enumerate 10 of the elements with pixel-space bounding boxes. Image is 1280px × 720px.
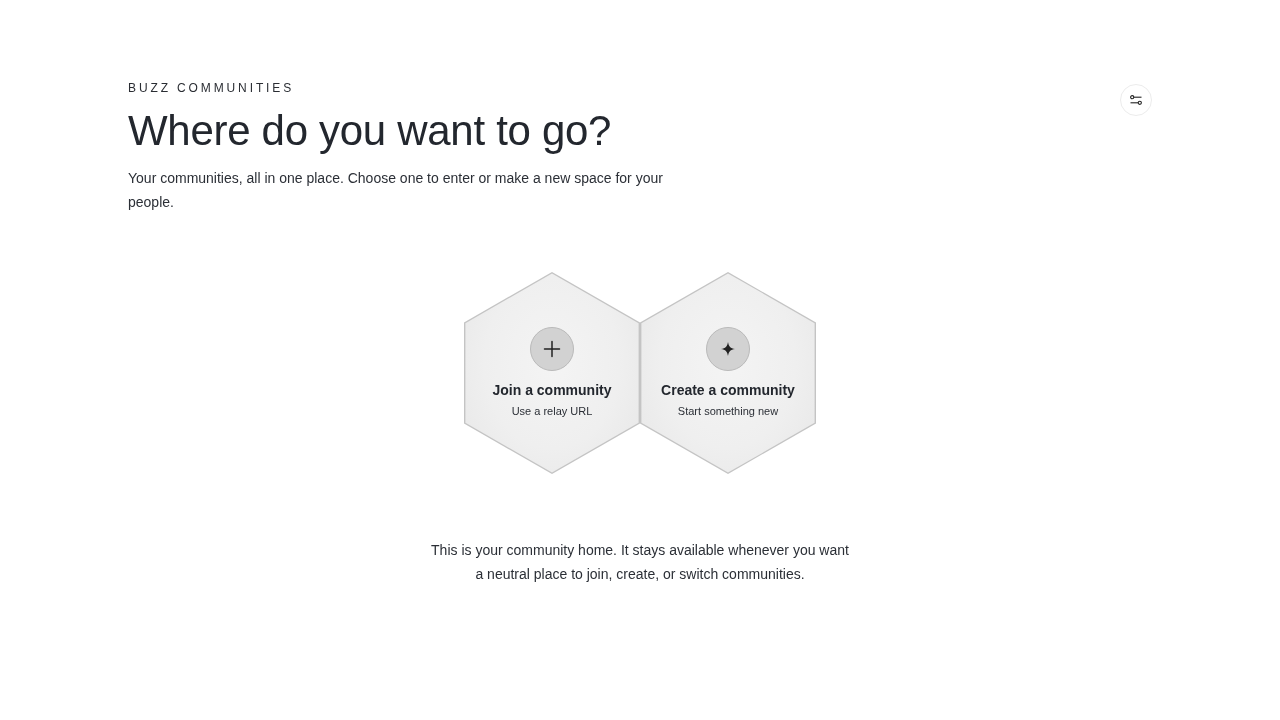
sparkle-icon xyxy=(706,327,750,372)
create-community-tile[interactable]: Create a community Start something new xyxy=(640,272,816,474)
plus-icon xyxy=(530,327,574,372)
join-community-tile[interactable]: Join a community Use a relay URL xyxy=(464,272,640,474)
settings-button[interactable] xyxy=(1120,84,1152,116)
sliders-icon xyxy=(1130,95,1142,105)
footer-note: This is your community home. It stays available whenever you want a neutral place to join, create, or switch communities. xyxy=(430,541,850,584)
page-title: Where do you want to go? xyxy=(128,106,612,156)
page-description: Your communities, all in one place. Choose one to enter or make a new space for your people. xyxy=(128,169,664,212)
eyebrow-label: BUZZ COMMUNITIES xyxy=(128,80,295,96)
